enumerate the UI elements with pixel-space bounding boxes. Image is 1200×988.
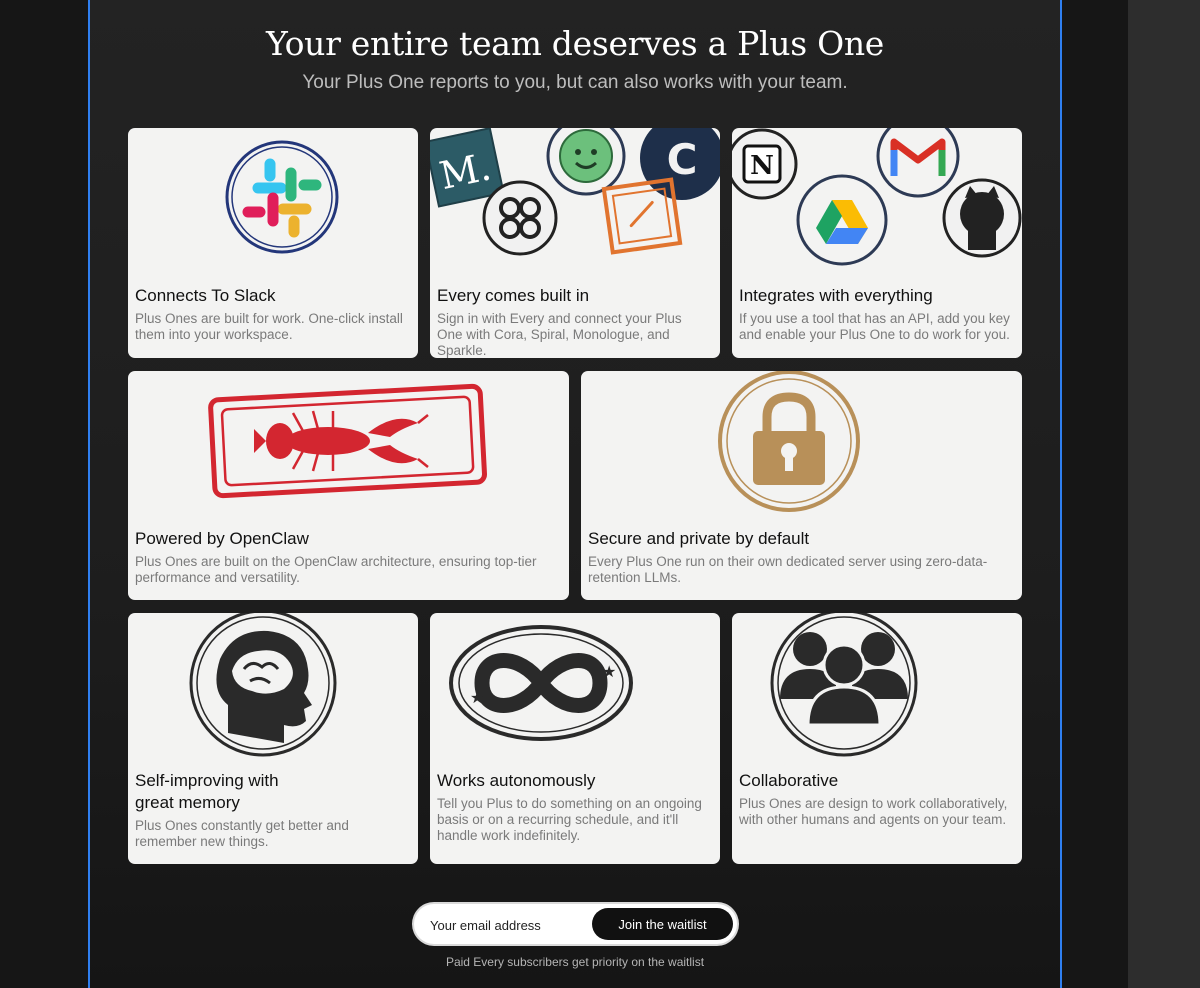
card-title: Works autonomously bbox=[437, 771, 596, 790]
feature-card-memory: Self-improving with great memory Plus On… bbox=[128, 613, 418, 864]
card-title: Integrates with everything bbox=[739, 286, 933, 305]
card-description: Plus Ones are built on the OpenClaw arch… bbox=[135, 554, 537, 585]
svg-text:★: ★ bbox=[470, 688, 484, 707]
feature-card-every: M. C Every comes built in Sign in with E… bbox=[430, 128, 720, 358]
email-input[interactable] bbox=[428, 912, 592, 938]
brain-stamp-icon bbox=[189, 613, 337, 757]
card-description: Tell you Plus to do something on an ongo… bbox=[437, 796, 702, 843]
card-description: If you use a tool that has an API, add y… bbox=[739, 311, 1010, 342]
feature-card-collaborative: Collaborative Plus Ones are design to wo… bbox=[732, 613, 1022, 864]
feature-card-autonomous: ★ ★ Works autonomously Tell you Plus to … bbox=[430, 613, 720, 864]
card-title: Collaborative bbox=[739, 771, 839, 790]
right-scroll-rail bbox=[1128, 0, 1200, 988]
svg-text:★: ★ bbox=[602, 662, 616, 681]
card-description: Every Plus One run on their own dedicate… bbox=[588, 554, 988, 585]
slack-stamp-icon bbox=[225, 140, 339, 254]
card-description: Plus Ones constantly get better and reme… bbox=[135, 818, 349, 849]
feature-card-secure: Secure and private by default Every Plus… bbox=[581, 371, 1022, 600]
card-description: Sign in with Every and connect your Plus… bbox=[437, 311, 682, 358]
card-title: Powered by OpenClaw bbox=[135, 529, 309, 548]
join-waitlist-button[interactable]: Join the waitlist bbox=[592, 908, 733, 940]
infinity-stamp-icon: ★ ★ bbox=[449, 625, 633, 741]
feature-card-slack: Connects To Slack Plus Ones are built fo… bbox=[128, 128, 418, 358]
card-title: Self-improving with great memory bbox=[135, 771, 279, 812]
waitlist-note: Paid Every subscribers get priority on t… bbox=[445, 955, 705, 969]
section-subtitle: Your Plus One reports to you, but can al… bbox=[302, 72, 848, 93]
section-title: Your entire team deserves a Plus One bbox=[265, 24, 885, 63]
integrations-stamps-icon: N bbox=[732, 128, 1022, 266]
lobster-stamp-icon bbox=[208, 383, 488, 499]
people-stamp-icon bbox=[770, 613, 918, 757]
card-description: Plus Ones are built for work. One-click … bbox=[135, 311, 403, 342]
card-description: Plus Ones are design to work collaborati… bbox=[739, 796, 1008, 827]
feature-card-integrations: N Integrates with everything If you use … bbox=[732, 128, 1022, 358]
waitlist-form: Join the waitlist bbox=[414, 904, 737, 944]
card-title: Secure and private by default bbox=[588, 529, 810, 548]
card-title: Connects To Slack bbox=[135, 286, 276, 305]
card-title: Every comes built in bbox=[437, 286, 590, 305]
feature-section: Your entire team deserves a Plus One You… bbox=[88, 0, 1062, 988]
padlock-stamp-icon bbox=[718, 371, 860, 512]
notion-stamp-letter: N bbox=[750, 151, 774, 181]
feature-card-openclaw: Powered by OpenClaw Plus Ones are built … bbox=[128, 371, 569, 600]
cora-stamp-letter: C bbox=[667, 135, 698, 184]
every-apps-stamps-icon: M. C bbox=[430, 128, 720, 256]
